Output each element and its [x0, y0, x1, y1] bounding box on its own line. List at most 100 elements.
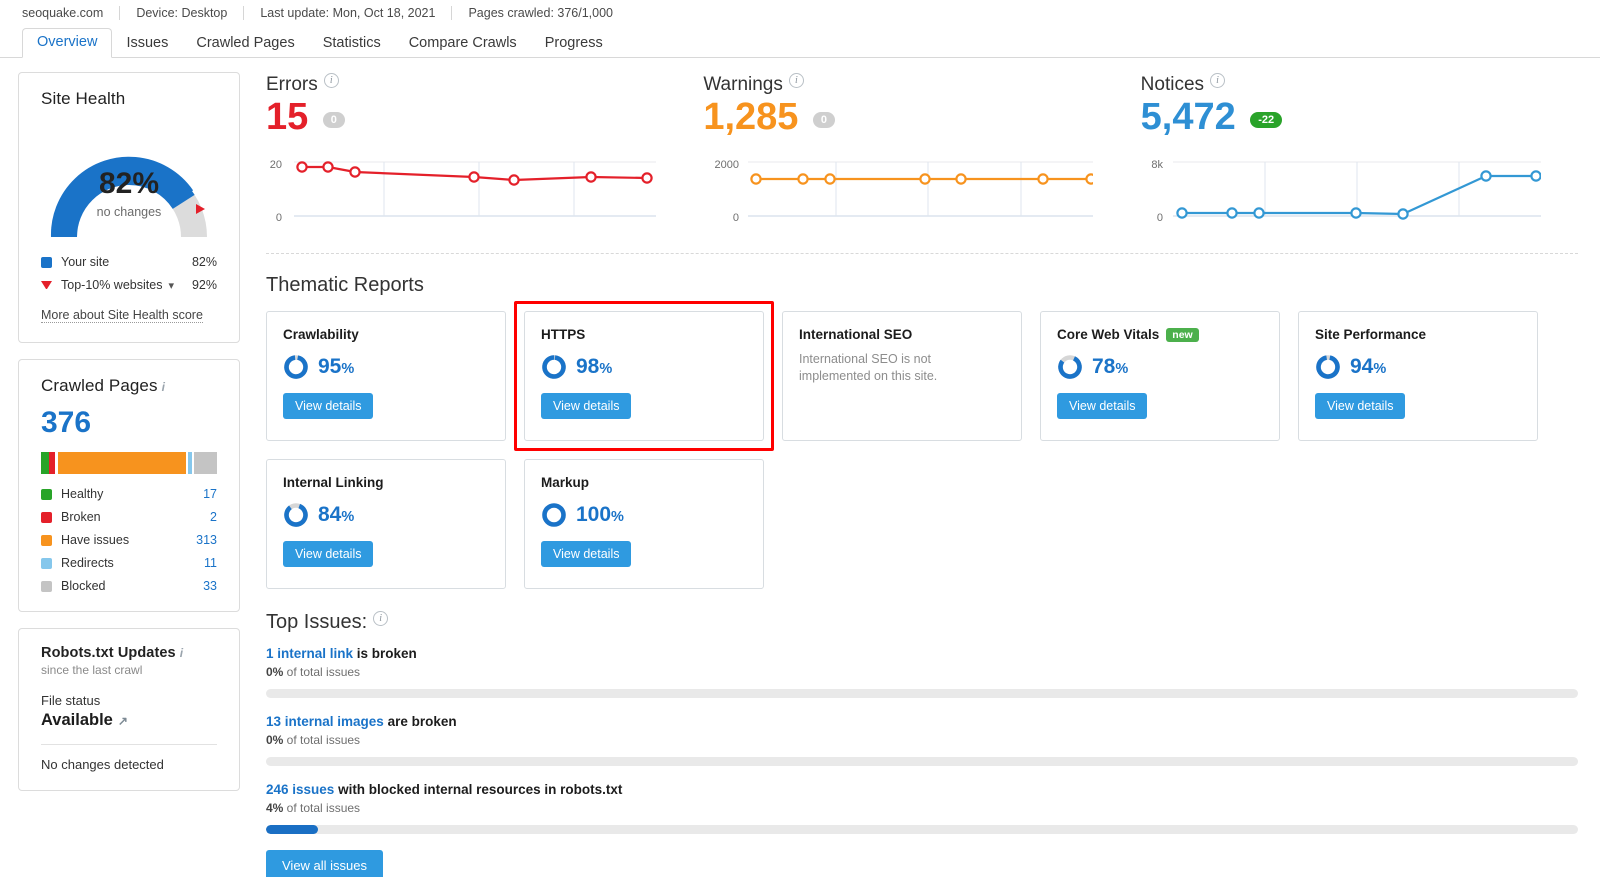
issue-subtext: 4% of total issues [266, 801, 1578, 815]
legend-label: Have issues [61, 533, 130, 547]
legend-value: 82% [191, 255, 217, 269]
tab-statistics[interactable]: Statistics [309, 30, 395, 58]
metric-title-text: Notices [1140, 74, 1205, 95]
donut-gauge-icon [542, 503, 566, 527]
meta-divider [119, 6, 121, 20]
view-all-issues-button[interactable]: View all issues [266, 849, 384, 877]
card-score-suffix: % [611, 508, 624, 525]
meta-divider [243, 6, 245, 20]
tab-crawled-pages[interactable]: Crawled Pages [182, 30, 308, 58]
legend-value[interactable]: 2 [210, 510, 217, 524]
thematic-card-https[interactable]: HTTPS 98% View details [514, 300, 774, 451]
axis-label-top: 20 [270, 159, 282, 171]
thematic-card-markup[interactable]: Markup 100% View details [524, 458, 764, 589]
legend-value[interactable]: 11 [204, 556, 217, 570]
axis-label-bottom: 0 [1157, 212, 1163, 224]
metric-delta-badge: 0 [322, 111, 345, 128]
legend-swatch-icon [41, 557, 52, 569]
notices-sparkline: 8k 0 [1141, 148, 1548, 233]
thematic-card-crawlability[interactable]: Crawlability 95% View details [266, 310, 506, 441]
legend-swatch-icon [41, 511, 52, 523]
issue-headline: 1 internal link is broken [266, 646, 1578, 661]
metric-delta-badge: -22 [1250, 111, 1283, 128]
top-issues-title-text: Top Issues: [266, 610, 368, 633]
legend-value: 92% [191, 278, 217, 292]
issue-link[interactable]: 246 issues [266, 782, 334, 797]
thematic-card-international-seo[interactable]: International SEO International SEO is n… [782, 310, 1022, 441]
external-link-icon[interactable]: ↗ [118, 714, 128, 728]
robots-file-status-text: Available [41, 711, 113, 729]
meta-last-update: Last update: Mon, Oct 18, 2021 [260, 6, 436, 20]
view-details-button[interactable]: View details [1315, 392, 1406, 419]
card-score-row: 78% [1057, 354, 1263, 380]
info-icon[interactable]: i [180, 646, 183, 660]
site-health-gauge: 82% no changes [44, 125, 214, 251]
metric-value: 5,472 [1140, 96, 1236, 138]
warnings-sparkline: 2000 0 [703, 148, 1110, 233]
legend-swatch-icon [41, 580, 52, 592]
view-details-button[interactable]: View details [1057, 393, 1148, 420]
legend-label: Top-10% websites [61, 278, 163, 292]
thematic-card-site-performance[interactable]: Site Performance 94% View details [1298, 310, 1538, 441]
site-health-title: Site Health [41, 89, 126, 108]
metrics-row: Errors i 15 0 20 0 Warnings i 1,285 0 20… [266, 72, 1578, 233]
tab-compare-crawls[interactable]: Compare Crawls [395, 30, 531, 58]
card-title: Markup [541, 474, 590, 490]
card-title-text: Core Web Vitals [1057, 326, 1160, 342]
thematic-card-internal-linking[interactable]: Internal Linking 84% View details [266, 458, 506, 589]
donut-gauge-icon [1058, 355, 1082, 380]
info-icon[interactable]: i [788, 73, 804, 89]
section-divider [266, 252, 1578, 254]
legend-item-top-10[interactable]: Top-10% websites ▾ 92% [41, 278, 217, 292]
tab-progress[interactable]: Progress [531, 30, 617, 58]
sidebar: Site Health 82% no changes Your site 82%… [18, 72, 240, 877]
site-health-score: 82% [98, 167, 160, 200]
card-score: 95% [318, 355, 354, 379]
card-score-number: 95 [318, 354, 342, 378]
crawled-pages-panel: Crawled Pages i 376 Healthy 17 Broken 2 … [18, 359, 240, 612]
axis-label-top: 8k [1151, 159, 1163, 171]
issue-link[interactable]: 1 internal link [266, 646, 353, 661]
info-icon[interactable]: i [373, 611, 389, 627]
donut-gauge-icon [284, 355, 308, 379]
issue-item: 1 internal link is broken 0% of total is… [266, 646, 1578, 698]
legend-item-healthy: Healthy 17 [41, 487, 217, 501]
metric-delta-badge: 0 [812, 111, 835, 128]
card-score-row: 95% [283, 354, 489, 380]
legend-swatch-icon [41, 534, 52, 546]
legend-value[interactable]: 313 [196, 533, 217, 547]
legend-item-blocked: Blocked 33 [41, 579, 217, 593]
view-details-button[interactable]: View details [541, 540, 632, 567]
issue-link[interactable]: 13 internal images [266, 714, 384, 729]
issue-progress-track [266, 756, 1578, 766]
legend-value[interactable]: 17 [203, 487, 217, 501]
triangle-down-icon [41, 281, 52, 289]
legend-item-redirects: Redirects 11 [41, 556, 217, 570]
legend-item-your-site: Your site 82% [41, 255, 217, 269]
legend-label: Your site [61, 255, 110, 269]
view-details-button[interactable]: View details [283, 540, 374, 567]
crawled-pages-title-text: Crawled Pages [41, 376, 158, 395]
view-details-button[interactable]: View details [283, 392, 374, 419]
issue-item: 13 internal images are broken 0% of tota… [266, 714, 1578, 766]
info-icon[interactable]: i [1210, 73, 1226, 89]
metric-value: 1,285 [703, 96, 799, 138]
info-icon[interactable]: i [162, 380, 165, 394]
metric-warnings: Warnings i 1,285 0 2000 0 [703, 73, 1140, 233]
meta-domain: seoquake.com [22, 6, 104, 20]
chevron-down-icon[interactable]: ▾ [168, 279, 174, 292]
issue-headline: 13 internal images are broken [266, 714, 1578, 729]
info-icon[interactable]: i [323, 73, 339, 89]
thematic-card-core-web-vitals[interactable]: Core Web Vitals new 78% View details [1040, 310, 1280, 441]
legend-value[interactable]: 33 [203, 579, 217, 593]
tab-issues[interactable]: Issues [112, 30, 182, 58]
errors-sparkline: 20 0 [266, 148, 673, 233]
metric-title: Notices i [1140, 73, 1548, 96]
more-about-site-health-link[interactable]: More about Site Health score [41, 308, 203, 323]
robots-title-text: Robots.txt Updates [41, 645, 176, 661]
issue-sub-label: of total issues [283, 800, 361, 815]
view-details-button[interactable]: View details [541, 392, 632, 419]
issue-rest: with blocked internal resources in robot… [334, 781, 623, 797]
tab-overview[interactable]: Overview [22, 28, 113, 58]
donut-gauge-icon [542, 355, 566, 379]
